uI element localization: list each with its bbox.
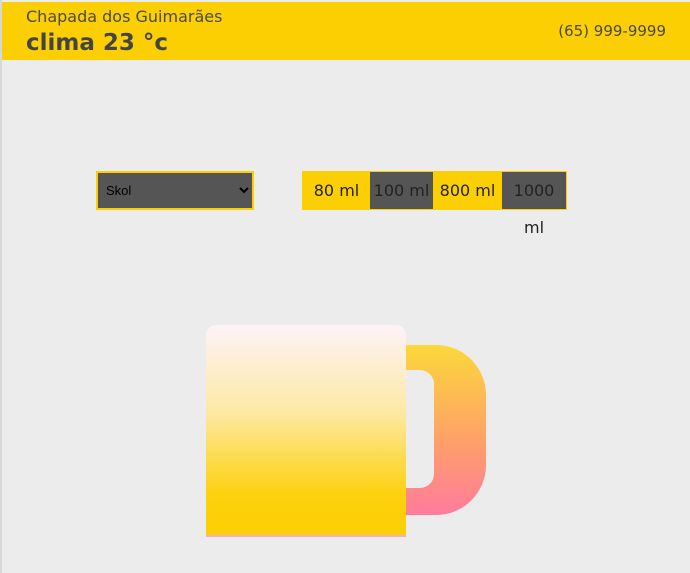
size-800ml-button[interactable]: 800 ml [433,172,502,209]
mug-handle-hole [406,370,434,488]
size-options: 80 ml 100 ml 800 ml 1000 ml [302,171,567,237]
weather-label: clima 23 °c [26,30,169,56]
size-80ml-button[interactable]: 80 ml [303,172,370,209]
location-label: Chapada dos Guimarães [26,7,223,26]
mug-handle [406,345,486,515]
window-edge [0,0,2,573]
header-bar: Chapada dos Guimarães clima 23 °c (65) 9… [2,2,690,60]
size-100ml-button[interactable]: 100 ml [370,172,433,209]
beer-select[interactable]: Skol [96,171,254,210]
phone-number[interactable]: (65) 999-9999 [558,22,666,40]
size-1000ml-button[interactable]: 1000 ml [502,172,566,237]
mug-body [206,325,406,537]
